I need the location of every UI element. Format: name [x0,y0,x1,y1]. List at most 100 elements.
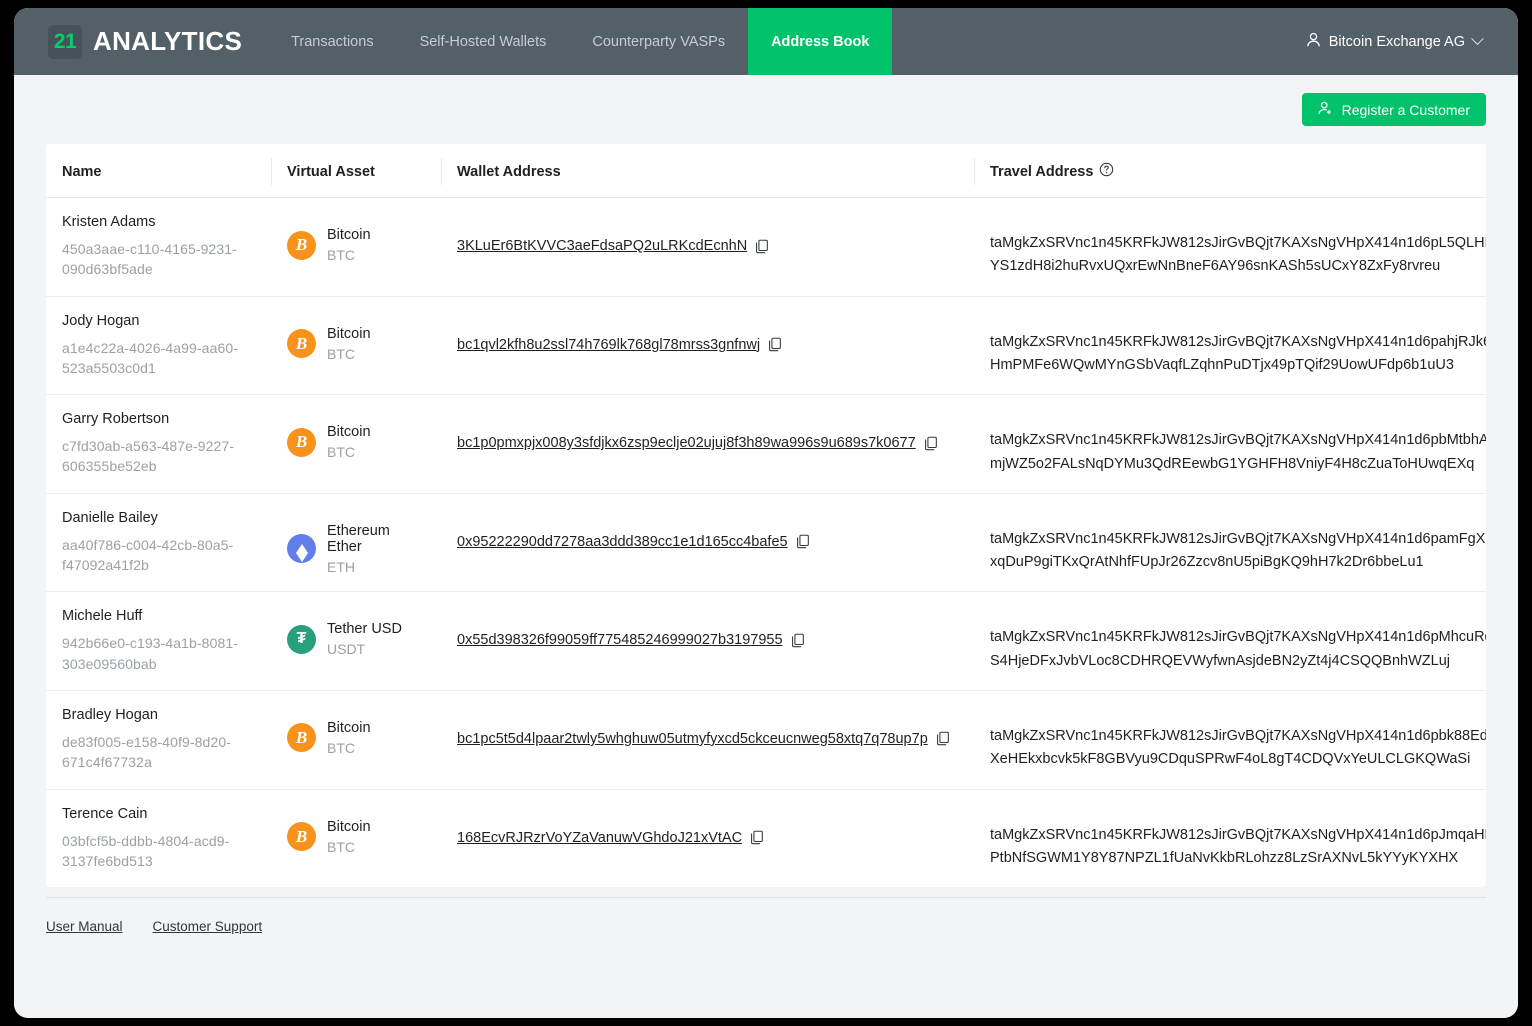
wallet-address-link[interactable]: 0x95222290dd7278aa3ddd389cc1e1d165cc4baf… [457,534,788,550]
customer-name: Jody Hogan [62,312,140,329]
wallet-address-link[interactable]: 3KLuEr6BtKVVC3aeFdsaPQ2uLRKcdEcnhN [457,238,747,254]
cell-travel-address: taMgkZxSRVnc1n45KRFkJW812sJirGvBQjt7KAXs… [974,591,1486,691]
asset-symbol: BTC [327,838,355,855]
column-header-virtual-asset-label: Virtual Asset [287,163,375,180]
customer-id: aa40f786-c004-42cb-80a5-f47092a41f2b [62,536,234,574]
cell-wallet-address: bc1qvl2kfh8u2ssl74h769lk768gl78mrss3gnfn… [441,296,974,396]
bitcoin-icon: B [287,723,316,753]
header-divider [974,158,975,185]
column-header-name-label: Name [62,163,102,180]
cell-wallet-address: 0x95222290dd7278aa3ddd389cc1e1d165cc4baf… [441,493,974,593]
cell-virtual-asset: B Bitcoin BTC [271,789,441,887]
customer-name: Michele Huff [62,608,143,625]
column-header-travel-address-label: Travel Address [990,163,1094,180]
cell-name: Kristen Adams 450a3aae-c110-4165-9231-090… [46,197,271,297]
customer-id: c7fd30ab-a563-487e-9227-606355be52eb [62,438,235,475]
travel-address: taMgkZxSRVnc1n45KRFkJW812sJirGvBQjt7KAXs… [990,432,1486,472]
footer-link-user-manual[interactable]: User Manual [46,919,123,934]
table-row[interactable]: Danielle Bailey aa40f786-c004-42cb-80a5-f… [46,493,1486,593]
address-book-card: Name Virtual Asset Wallet Address Travel… [46,144,1486,888]
cell-wallet-address: 3KLuEr6BtKVVC3aeFdsaPQ2uLRKcdEcnhN [441,197,974,297]
cell-wallet-address: 0x55d398326f99059ff775485246999027b31979… [441,591,974,691]
page-body: Register a Customer Name Virtual Asset W… [14,75,1518,1018]
copy-icon[interactable] [755,239,769,254]
cell-wallet-address: 168EcvRJRzrVoYZaVanuwVGhdoJ21xVtAC [441,789,974,887]
wallet-address-link[interactable]: 168EcvRJRzrVoYZaVanuwVGhdoJ21xVtAC [457,830,742,846]
bitcoin-icon: B [287,329,316,359]
wallet-address-link[interactable]: 0x55d398326f99059ff775485246999027b31979… [457,632,783,648]
brand-name-text: ANALYTICS [93,26,243,56]
table-row[interactable]: Garry Robertson c7fd30ab-a563-487e-9227-6… [46,394,1486,494]
travel-address: taMgkZxSRVnc1n45KRFkJW812sJirGvBQjt7KAXs… [990,629,1486,669]
customer-id: a1e4c22a-4026-4a99-aa60-523a5503c0d1 [62,339,238,376]
asset-name: Bitcoin [327,424,371,441]
customer-name: Danielle Bailey [62,509,158,526]
logo-mark-box: 21 [48,24,82,59]
register-customer-label: Register a Customer [1341,101,1470,118]
copy-icon[interactable] [768,337,782,352]
cell-travel-address: taMgkZxSRVnc1n45KRFkJW812sJirGvBQjt7KAXs… [974,197,1486,297]
cell-travel-address: taMgkZxSRVnc1n45KRFkJW812sJirGvBQjt7KAXs… [974,690,1486,790]
column-header-name: Name [46,144,271,198]
copy-icon[interactable] [924,436,938,451]
cell-virtual-asset: Ethereum Ether ETH [271,493,441,593]
copy-icon[interactable] [750,830,764,845]
register-customer-button[interactable]: Register a Customer [1301,93,1486,126]
travel-address: taMgkZxSRVnc1n45KRFkJW812sJirGvBQjt7KAXs… [990,727,1486,768]
copy-icon[interactable] [796,534,810,549]
ethereum-icon [287,534,316,564]
nav-item-address-book[interactable]: Address Book [748,8,893,75]
cell-travel-address: taMgkZxSRVnc1n45KRFkJW812sJirGvBQjt7KAXs… [974,296,1486,396]
cell-virtual-asset: B Bitcoin BTC [271,296,441,396]
table-row[interactable]: Bradley Hogan de83f005-e158-40f9-8d20-671… [46,690,1486,790]
bitcoin-icon: B [287,230,316,260]
tether-icon: ₮ [287,624,316,654]
asset-symbol: BTC [327,247,355,263]
logo-21-text: 21 [53,30,77,53]
nav-item-self-hosted-wallets[interactable]: Self-Hosted Wallets [397,8,570,75]
cell-travel-address: taMgkZxSRVnc1n45KRFkJW812sJirGvBQjt7KAXs… [974,493,1486,593]
bitcoin-icon: B [287,822,316,852]
brand-logo[interactable]: 21 ANALYTICS [14,8,268,75]
page-toolbar: Register a Customer [46,75,1486,144]
page-footer: User Manual Customer Support [46,897,1486,955]
customer-name: Terence Cain [62,805,148,822]
travel-address: taMgkZxSRVnc1n45KRFkJW812sJirGvBQjt7KAXs… [990,530,1486,571]
asset-symbol: ETH [327,558,355,575]
nav-item-counterparty-vasps[interactable]: Counterparty VASPs [569,8,748,75]
copy-icon[interactable] [936,731,950,746]
table-header-row: Name Virtual Asset Wallet Address Travel… [46,144,1486,198]
customer-id: 942b66e0-c193-4a1b-8081-303e09560bab [62,635,238,672]
cell-name: Garry Robertson c7fd30ab-a563-487e-9227-6… [46,394,271,494]
table-header: Name Virtual Asset Wallet Address Travel… [46,144,1486,198]
bitcoin-icon: B [287,427,316,457]
table-row[interactable]: Michele Huff 942b66e0-c193-4a1b-8081-303e… [46,591,1486,691]
header-divider [271,158,272,185]
nav-item-transactions[interactable]: Transactions [268,8,396,75]
travel-address: taMgkZxSRVnc1n45KRFkJW812sJirGvBQjt7KAXs… [990,333,1486,374]
asset-symbol: BTC [327,345,355,362]
app-header: 21 ANALYTICS Transactions Self-Hosted Wa… [14,8,1518,75]
user-menu[interactable]: Bitcoin Exchange AG [1306,8,1518,75]
user-menu-label: Bitcoin Exchange AG [1328,33,1465,50]
column-header-wallet-address: Wallet Address [441,144,974,198]
chevron-down-icon [1471,32,1484,46]
footer-link-customer-support[interactable]: Customer Support [153,919,263,934]
table-row[interactable]: Jody Hogan a1e4c22a-4026-4a99-aa60-523a55… [46,296,1486,396]
column-header-wallet-address-label: Wallet Address [457,163,561,180]
question-circle-icon[interactable] [1099,162,1114,181]
asset-symbol: USDT [327,641,366,658]
column-header-travel-address: Travel Address [974,144,1486,198]
table-row[interactable]: Kristen Adams 450a3aae-c110-4165-9231-090… [46,197,1486,297]
customer-name: Bradley Hogan [62,706,158,723]
cell-wallet-address: bc1pc5t5d4lpaar2twly5whghuw05utmyfyxcd5c… [441,690,974,790]
asset-name: Bitcoin [327,227,371,243]
copy-icon[interactable] [791,633,805,648]
asset-name: Bitcoin [327,818,371,835]
wallet-address-link[interactable]: bc1qvl2kfh8u2ssl74h769lk768gl78mrss3gnfn… [457,337,760,353]
wallet-address-link[interactable]: bc1pc5t5d4lpaar2twly5whghuw05utmyfyxcd5c… [457,731,928,747]
cell-travel-address: taMgkZxSRVnc1n45KRFkJW812sJirGvBQjt7KAXs… [974,394,1486,494]
table-row[interactable]: Terence Cain 03bfcf5b-ddbb-4804-acd9-3137… [46,789,1486,887]
wallet-address-link[interactable]: bc1p0pmxpjx008y3sfdjkx6zsp9eclje02ujuj8f… [457,435,916,451]
customer-id: 03bfcf5b-ddbb-4804-acd9-3137fe6bd513 [62,832,230,869]
